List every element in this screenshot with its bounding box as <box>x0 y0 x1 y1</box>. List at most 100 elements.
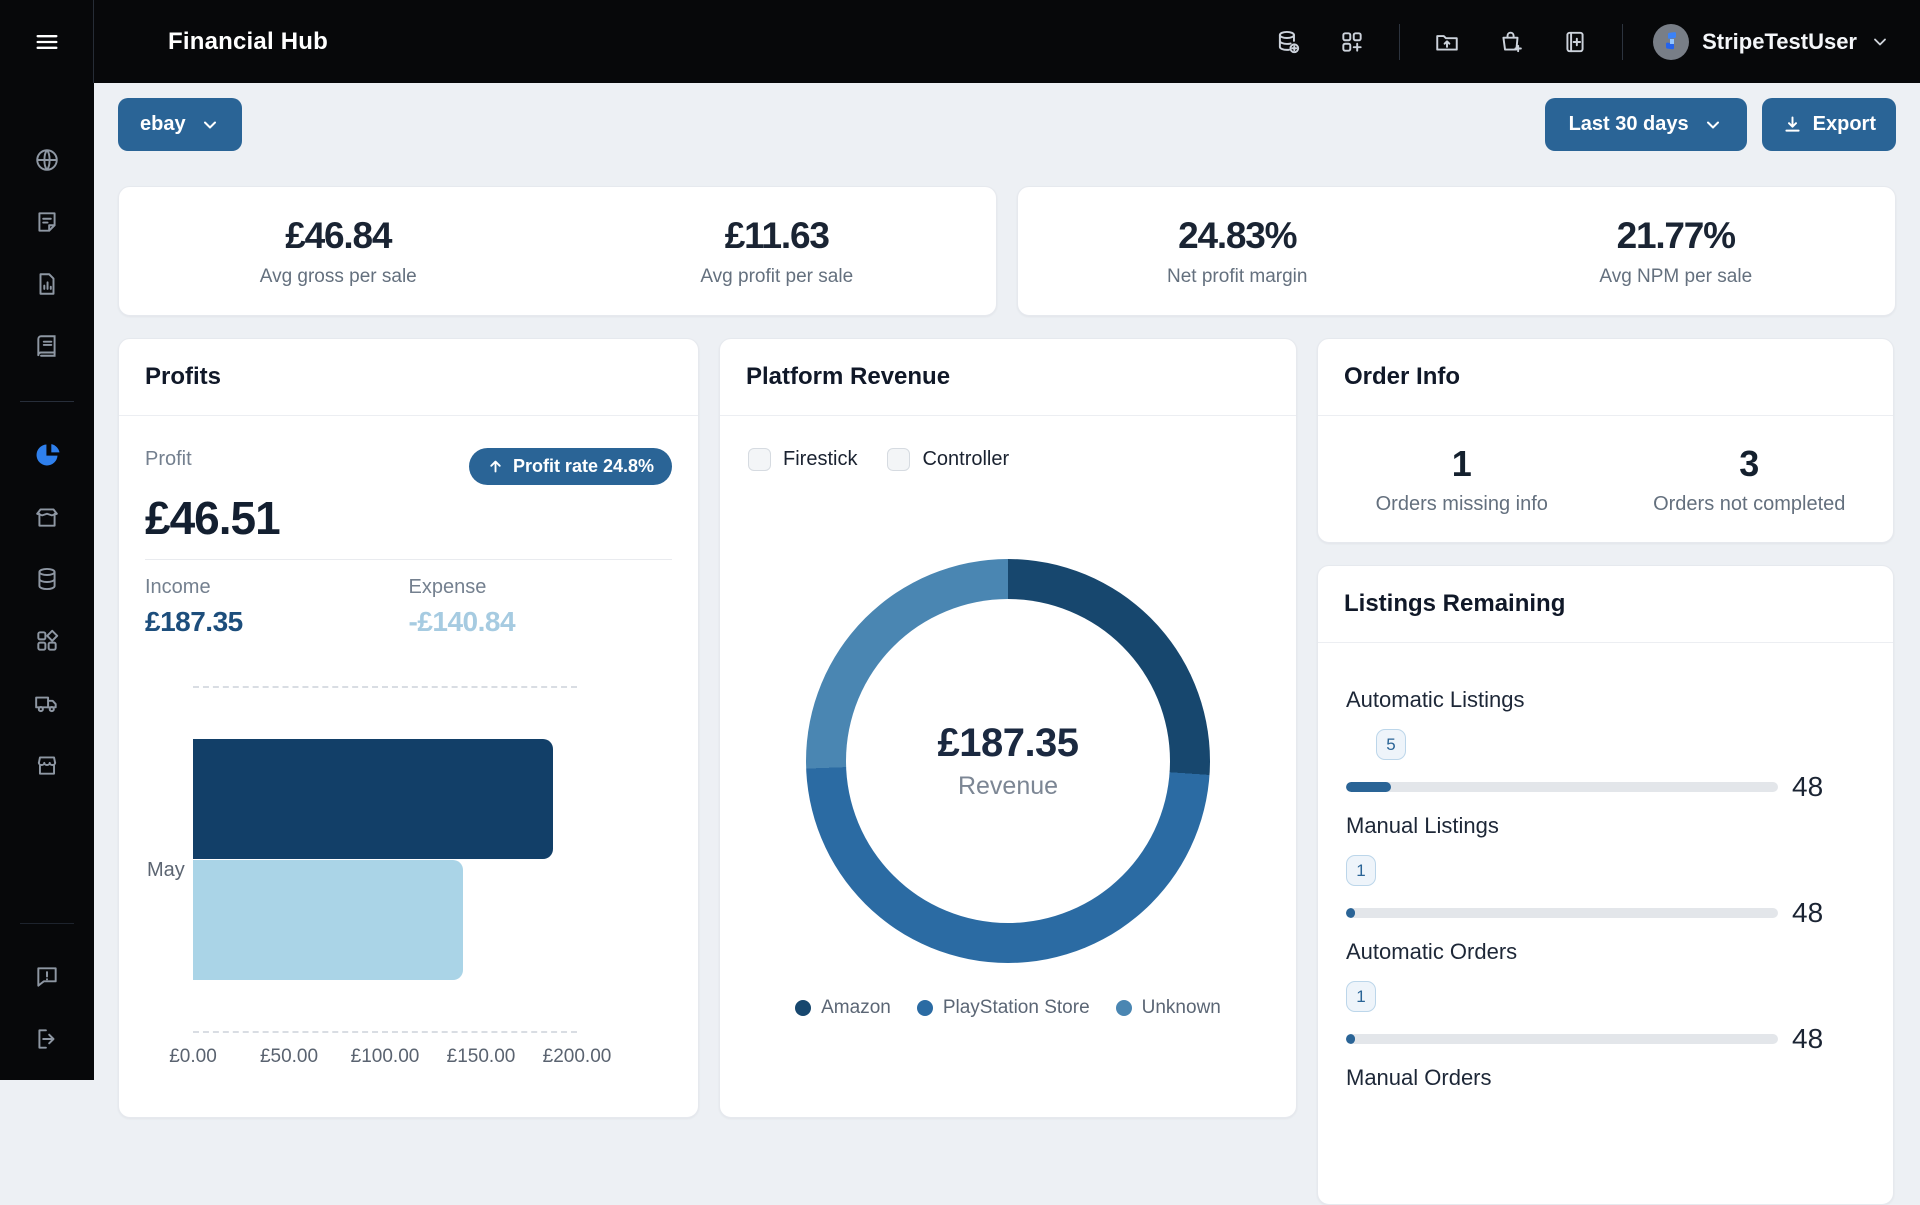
listing-label: Automatic Orders <box>1346 939 1865 965</box>
order-info-body: 1 Orders missing info 3 Orders not compl… <box>1318 416 1893 542</box>
legend-label: Amazon <box>821 997 891 1019</box>
stat-avg-npm: 21.77% Avg NPM per sale <box>1457 187 1896 315</box>
legend-item-unknown[interactable]: Unknown <box>1116 997 1221 1019</box>
top-bar: Financial Hub <box>0 0 1920 83</box>
avatar-glyph-icon <box>1661 32 1681 52</box>
progress-track <box>1346 908 1778 918</box>
feedback-bubble-icon <box>34 964 60 990</box>
topbar-divider <box>1399 24 1400 60</box>
legend-item-playstation-store[interactable]: PlayStation Store <box>917 997 1090 1019</box>
sales-averages-card: £46.84 Avg gross per sale £11.63 Avg pro… <box>118 186 997 316</box>
sidebar-item-database[interactable] <box>34 566 60 592</box>
stat-avg-gross: £46.84 Avg gross per sale <box>119 187 558 315</box>
grid-add-button[interactable] <box>1335 25 1369 59</box>
sidebar-item-categories[interactable] <box>34 628 60 654</box>
gridline <box>193 1031 577 1033</box>
progress-track <box>1346 782 1778 792</box>
sidebar-item-notes[interactable] <box>34 209 60 235</box>
stat-value: 3 <box>1739 443 1759 485</box>
donut-legend: Amazon PlayStation Store Unknown <box>720 997 1296 1019</box>
filter-controller[interactable]: Controller <box>887 448 1009 471</box>
listing-total: 48 <box>1792 1023 1823 1055</box>
profits-card-title: Profits <box>119 339 698 416</box>
download-icon <box>1782 114 1803 135</box>
listing-total: 48 <box>1792 897 1823 929</box>
sidebar-item-shipping-truck[interactable] <box>34 690 60 716</box>
stat-value: 24.83% <box>1178 215 1296 257</box>
profit-value: £46.51 <box>145 491 672 545</box>
dashboard-cards-row: Profits Profit Profit rate 24.8% £46.51 … <box>118 338 1896 1205</box>
sidebar-divider <box>20 923 74 924</box>
bag-add-button[interactable] <box>1494 25 1528 59</box>
listing-used-badge: 1 <box>1346 981 1376 1012</box>
margin-averages-card: 24.83% Net profit margin 21.77% Avg NPM … <box>1017 186 1896 316</box>
donut-center-label: Revenue <box>958 772 1058 801</box>
stat-label: Avg profit per sale <box>700 266 853 288</box>
order-info-card: Order Info 1 Orders missing info 3 Order… <box>1317 338 1894 543</box>
right-column: Order Info 1 Orders missing info 3 Order… <box>1317 338 1894 1205</box>
database-add-button[interactable] <box>1271 25 1305 59</box>
book-add-icon <box>1562 29 1588 55</box>
file-chart-icon <box>34 271 60 297</box>
checkbox-controller[interactable] <box>887 448 910 471</box>
stat-label: Orders not completed <box>1653 493 1845 516</box>
category-grid-icon <box>34 628 60 654</box>
sidebar-item-inventory-box[interactable] <box>34 504 60 530</box>
sidebar-item-store[interactable] <box>34 752 60 778</box>
grid-add-icon <box>1339 29 1365 55</box>
checkbox-firestick[interactable] <box>748 448 771 471</box>
sidebar-item-feedback[interactable] <box>34 964 60 990</box>
profits-bar-chart: May £0.00 £50.00 £100.00 £150.00 £200.00 <box>145 668 672 1098</box>
app-title: Financial Hub <box>168 28 328 56</box>
profits-card: Profits Profit Profit rate 24.8% £46.51 … <box>118 338 699 1118</box>
listing-label: Automatic Listings <box>1346 687 1865 713</box>
listing-label: Manual Orders <box>1346 1065 1865 1091</box>
platform-filters: Firestick Controller <box>720 416 1296 471</box>
legend-label: Unknown <box>1142 997 1221 1019</box>
chevron-down-icon <box>1870 32 1890 52</box>
stat-label: Avg NPM per sale <box>1599 266 1752 288</box>
legend-item-amazon[interactable]: Amazon <box>795 997 891 1019</box>
listing-label: Manual Listings <box>1346 813 1865 839</box>
date-range-button[interactable]: Last 30 days <box>1545 98 1747 151</box>
listing-total: 48 <box>1792 771 1823 803</box>
sidebar-item-sales-report[interactable] <box>34 271 60 297</box>
listings-remaining-title: Listings Remaining <box>1318 566 1893 643</box>
hamburger-menu-button[interactable] <box>29 24 65 60</box>
export-button[interactable]: Export <box>1762 98 1896 151</box>
platform-selector-button[interactable]: ebay <box>118 98 242 151</box>
user-name: StripeTestUser <box>1702 29 1857 55</box>
export-label: Export <box>1813 113 1876 136</box>
avatar <box>1653 24 1689 60</box>
progress-track <box>1346 1034 1778 1044</box>
expense-bar <box>193 860 463 980</box>
stat-label: Orders missing info <box>1376 493 1548 516</box>
sidebar-header-cell <box>0 0 94 83</box>
platform-revenue-title: Platform Revenue <box>720 339 1296 416</box>
sidebar-item-globe[interactable] <box>34 147 60 173</box>
stat-value: £46.84 <box>285 215 391 257</box>
sidebar-item-analytics-pie[interactable] <box>33 442 61 468</box>
hamburger-icon <box>33 28 61 56</box>
x-tick: £150.00 <box>436 1046 526 1068</box>
storefront-icon <box>34 752 60 778</box>
listing-item-manual-listings: Manual Listings 1 48 <box>1346 813 1865 939</box>
progress-fill <box>1346 908 1355 918</box>
folder-upload-icon <box>1434 29 1460 55</box>
filter-firestick[interactable]: Firestick <box>748 448 857 471</box>
user-menu[interactable]: StripeTestUser <box>1653 24 1890 60</box>
main-content: ebay Last 30 days Export £46.84 Avg gros… <box>94 83 1920 1080</box>
stat-value: 21.77% <box>1617 215 1735 257</box>
sidebar-item-logout[interactable] <box>34 1026 60 1052</box>
sidebar-item-ledger[interactable] <box>34 333 60 359</box>
listing-used-badge: 5 <box>1376 729 1406 760</box>
folder-upload-button[interactable] <box>1430 25 1464 59</box>
database-icon <box>34 566 60 592</box>
stat-label: Avg gross per sale <box>260 266 417 288</box>
book-add-button[interactable] <box>1558 25 1592 59</box>
notes-icon <box>34 209 60 235</box>
platform-selector-label: ebay <box>140 113 186 136</box>
progress-fill <box>1346 1034 1355 1044</box>
listing-used-badge: 1 <box>1346 855 1376 886</box>
logout-icon <box>34 1026 60 1052</box>
